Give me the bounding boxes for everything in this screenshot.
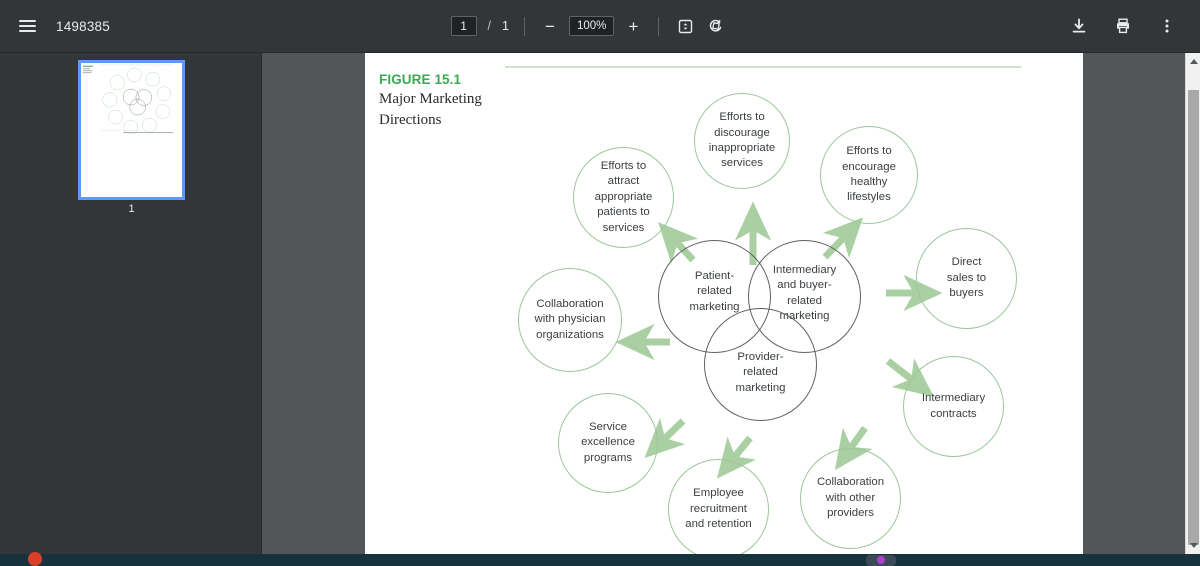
page-number-input[interactable]: 1 — [450, 16, 477, 36]
thumbnail-page-1[interactable] — [78, 60, 185, 200]
taskbar-app-icon-purple[interactable] — [866, 555, 896, 566]
download-icon[interactable] — [1068, 15, 1090, 37]
circle-label: Collaboration with physician organizations — [534, 297, 606, 341]
more-options-icon[interactable] — [1156, 15, 1178, 37]
circle-label: Efforts to encourage healthy lifestyles — [842, 145, 896, 204]
circle-physician-collaboration: Collaboration with physician organizations — [518, 268, 622, 372]
os-taskbar — [0, 552, 1200, 566]
thumbnail-figure-graphic — [82, 64, 174, 135]
circle-direct-sales: Direct sales to buyers — [916, 228, 1017, 329]
circle-label: Collaboration with other providers — [816, 476, 885, 520]
toolbar-divider-2 — [658, 16, 660, 36]
circle-intermediary-contracts: Intermediary contracts — [903, 356, 1004, 457]
circle-label: Service excellence programs — [581, 420, 635, 464]
thumbnail-preview — [81, 63, 182, 197]
circle-label: Efforts to attract appropriate patients to s… — [594, 159, 653, 234]
pdf-viewer-area: FIGURE 15.1 Major Marketing Directions E… — [262, 53, 1185, 554]
scroll-down-arrow[interactable] — [1186, 537, 1200, 554]
circle-efforts-attract: Efforts to attract appropriate patients to s… — [573, 147, 674, 248]
circle-label: Patient-related marketing — [689, 270, 740, 313]
thumbnail-sidebar: 1 — [0, 53, 262, 554]
circle-provider-collaboration: Collaboration with other providers — [800, 448, 901, 549]
circle-label: Employee recruitment and retention — [685, 487, 752, 531]
toolbar-left-group: 1498385 — [0, 15, 110, 37]
zoom-level-input[interactable]: 100% — [568, 16, 615, 36]
circle-provider-related-marketing: Provider-related marketing — [704, 308, 817, 421]
circle-efforts-encourage: Efforts to encourage healthy lifestyles — [820, 126, 918, 224]
circle-label: Direct sales to buyers — [946, 256, 987, 300]
pdf-page-1: FIGURE 15.1 Major Marketing Directions E… — [365, 53, 1083, 554]
page-separator: / — [487, 19, 492, 33]
page-total: 1 — [502, 19, 509, 33]
pdf-viewer-toolbar: 1498385 1 / 1 − 100% + — [0, 0, 1200, 53]
circle-label: Intermediary contracts — [921, 392, 986, 420]
toolbar-center-group: 1 / 1 − 100% + — [110, 15, 1068, 37]
thumbnail-label-1: 1 — [128, 203, 135, 215]
circle-employee-recruitment: Employee recruitment and retention — [668, 459, 769, 554]
print-icon[interactable] — [1112, 15, 1134, 37]
circle-efforts-discourage: Efforts to discourage inappropriate service… — [694, 93, 790, 189]
toolbar-right-group — [1068, 15, 1200, 37]
vertical-scrollbar[interactable] — [1185, 53, 1200, 554]
zoom-out-button[interactable]: − — [540, 18, 560, 35]
circle-label: Efforts to discourage inappropriate service… — [708, 111, 776, 170]
taskbar-app-icon-red[interactable] — [28, 552, 42, 566]
scroll-up-arrow[interactable] — [1186, 53, 1200, 70]
fit-to-page-icon[interactable] — [674, 15, 696, 37]
toolbar-divider-1 — [523, 16, 525, 36]
zoom-in-button[interactable]: + — [623, 18, 643, 35]
scrollbar-thumb[interactable] — [1188, 90, 1199, 545]
circle-service-excellence: Service excellence programs — [558, 393, 658, 493]
circle-label: Provider-related marketing — [735, 350, 786, 394]
document-title: 1498385 — [56, 18, 110, 34]
hamburger-menu-icon[interactable] — [16, 15, 38, 37]
rotate-counterclockwise-icon[interactable] — [705, 15, 727, 37]
